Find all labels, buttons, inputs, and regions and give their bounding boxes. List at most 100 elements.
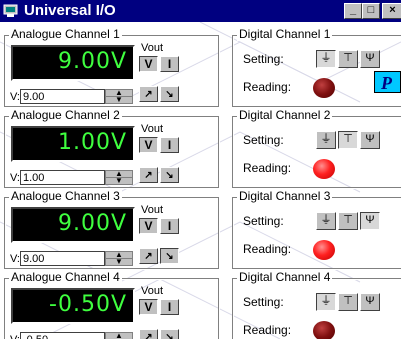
voltage-spinner[interactable]: ▲▼ [105,170,133,185]
ramp-down-icon: ↘ [165,170,174,181]
group-label: Digital Channel 2 [237,108,333,122]
setting-high-button[interactable]: ⊤ [338,50,358,68]
setting-low-button[interactable]: ⏚ [316,50,336,68]
ramp-down-button[interactable]: ↘ [160,86,179,102]
v-label: V: [10,334,20,339]
lcd-display: 1.00V [11,126,135,162]
client-area: Analogue Channel 1 9.00V Vout V I V: ▲▼ … [0,22,401,339]
ramp-down-button[interactable]: ↘ [160,248,179,264]
spin-down-icon[interactable]: ▼ [106,177,132,185]
ground-icon: ⏚ [320,214,332,226]
setting-low-button[interactable]: ⏚ [316,212,336,230]
setting-pulse-button[interactable]: Ψ [360,50,380,68]
reading-label: Reading: [243,161,292,175]
pulse-icon: Ψ [365,295,375,307]
v-label: V: [10,172,20,184]
ramp-up-button[interactable]: ↗ [139,248,158,264]
group-label: Analogue Channel 3 [9,189,122,203]
universal-io-window: Universal I/O _ □ × Analogue Channel 1 9… [0,0,401,339]
current-mode-button[interactable]: I [160,56,179,72]
lcd-display: 9.00V [11,45,135,81]
setting-pulse-button[interactable]: Ψ [360,131,380,149]
lcd-display: 9.00V [11,207,135,243]
ramp-up-icon: ↗ [144,89,153,100]
setting-label: Setting: [243,214,284,228]
setting-pulse-button[interactable]: Ψ [360,212,380,230]
ramp-down-button[interactable]: ↘ [160,329,179,339]
voltage-mode-button[interactable]: V [139,299,158,315]
spin-down-icon[interactable]: ▼ [106,96,132,104]
minimize-button[interactable]: _ [344,3,362,19]
voltage-readout: -0.50V [49,292,127,317]
current-mode-button[interactable]: I [160,218,179,234]
setting-high-button[interactable]: ⊤ [338,293,358,311]
ramp-up-icon: ↗ [144,251,153,262]
high-icon: ⊤ [343,214,353,226]
voltage-input[interactable] [20,89,105,104]
p-logo-icon: P [374,71,401,93]
setting-label: Setting: [243,52,284,66]
app-icon [3,3,19,18]
setting-label: Setting: [243,133,284,147]
analogue-channel-1-group: Analogue Channel 1 9.00V Vout V I V: ▲▼ … [4,27,219,107]
high-icon: ⊤ [343,52,353,64]
voltage-readout: 9.00V [57,211,127,236]
ramp-down-button[interactable]: ↘ [160,167,179,183]
setting-high-button[interactable]: ⊤ [338,131,358,149]
group-label: Digital Channel 3 [237,189,333,203]
reading-led-icon [313,159,335,179]
maximize-button[interactable]: □ [362,3,380,19]
digital-channel-2-group: Digital Channel 2 Setting: ⏚ ⊤ Ψ Reading… [232,108,401,188]
reading-led-icon [313,321,335,339]
digital-channel-3-group: Digital Channel 3 Setting: ⏚ ⊤ Ψ Reading… [232,189,401,269]
group-label: Digital Channel 4 [237,270,333,284]
voltage-input[interactable] [20,251,105,266]
pulse-icon: Ψ [365,133,375,145]
group-label: Analogue Channel 1 [9,27,122,41]
ground-icon: ⏚ [320,133,332,145]
ramp-up-button[interactable]: ↗ [139,329,158,339]
v-label: V: [10,253,20,265]
vout-label: Vout [141,42,164,54]
digital-channel-4-group: Digital Channel 4 Setting: ⏚ ⊤ Ψ Reading… [232,270,401,339]
vout-label: Vout [141,204,164,216]
reading-label: Reading: [243,80,292,94]
voltage-readout: 9.00V [57,49,127,74]
voltage-spinner[interactable]: ▲▼ [105,332,133,339]
ramp-up-button[interactable]: ↗ [139,86,158,102]
setting-pulse-button[interactable]: Ψ [360,293,380,311]
group-label: Digital Channel 1 [237,27,333,41]
high-icon: ⊤ [343,133,353,145]
voltage-input[interactable] [20,170,105,185]
setting-label: Setting: [243,295,284,309]
digital-channel-1-group: Digital Channel 1 Setting: ⏚ ⊤ Ψ Reading… [232,27,401,107]
ramp-up-button[interactable]: ↗ [139,167,158,183]
ramp-down-icon: ↘ [165,332,174,339]
window-title: Universal I/O [24,2,116,19]
group-label: Analogue Channel 4 [9,270,122,284]
voltage-spinner[interactable]: ▲▼ [105,89,133,104]
voltage-input[interactable] [20,332,105,339]
voltage-spinner[interactable]: ▲▼ [105,251,133,266]
v-label: V: [10,91,20,103]
lcd-display: -0.50V [11,288,135,324]
pulse-icon: Ψ [365,52,375,64]
voltage-readout: 1.00V [57,130,127,155]
reading-label: Reading: [243,323,292,337]
setting-high-button[interactable]: ⊤ [338,212,358,230]
title-bar[interactable]: Universal I/O _ □ × [0,0,401,22]
pulse-icon: Ψ [365,214,375,226]
reading-led-icon [313,240,335,260]
voltage-mode-button[interactable]: V [139,218,158,234]
voltage-mode-button[interactable]: V [139,56,158,72]
spin-down-icon[interactable]: ▼ [106,258,132,266]
close-button[interactable]: × [382,3,401,19]
current-mode-button[interactable]: I [160,137,179,153]
setting-low-button[interactable]: ⏚ [316,293,336,311]
analogue-channel-3-group: Analogue Channel 3 9.00V Vout V I V: ▲▼ … [4,189,219,269]
current-mode-button[interactable]: I [160,299,179,315]
high-icon: ⊤ [343,295,353,307]
voltage-mode-button[interactable]: V [139,137,158,153]
analogue-channel-2-group: Analogue Channel 2 1.00V Vout V I V: ▲▼ … [4,108,219,188]
setting-low-button[interactable]: ⏚ [316,131,336,149]
